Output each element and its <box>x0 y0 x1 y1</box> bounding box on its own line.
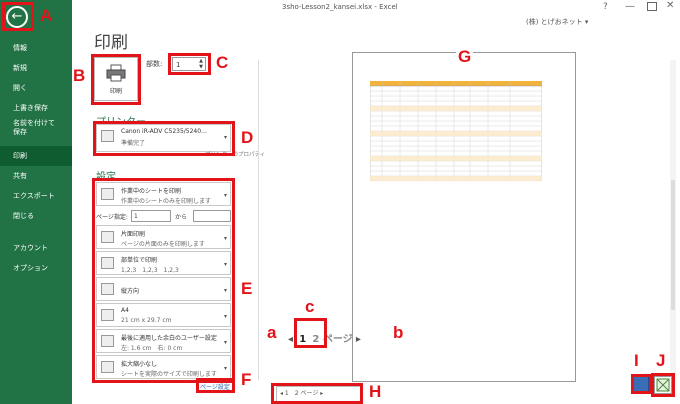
callout-box-j <box>651 373 675 397</box>
callout-label-j: J <box>656 351 666 370</box>
scrollbar-thumb[interactable] <box>671 180 675 310</box>
page-title: 印刷 <box>94 33 128 53</box>
callout-box-f <box>196 378 235 393</box>
nav-close[interactable]: 閉じる <box>0 206 72 226</box>
window-title: 3sho-Lesson2_kansei.xlsx - Excel <box>282 3 398 11</box>
help-icon[interactable]: ? <box>603 2 608 12</box>
copies-label: 部数: <box>146 60 163 68</box>
nav-share[interactable]: 共有 <box>0 166 72 186</box>
account-name[interactable]: (株) とげおネット ▾ <box>526 17 588 27</box>
print-preview-page <box>352 52 576 382</box>
minimize-button[interactable]: — <box>625 1 635 12</box>
preview-divider <box>258 60 259 380</box>
callout-box-b <box>91 54 141 105</box>
prev-page-icon[interactable]: ◂ <box>288 334 293 345</box>
callout-label-i: I <box>634 351 639 370</box>
nav-options[interactable]: オプション <box>0 258 72 278</box>
callout-box-c <box>168 53 211 75</box>
callout-label-a: A <box>40 6 53 25</box>
callout-box-d <box>93 121 235 156</box>
nav-account[interactable]: アカウント <box>0 238 72 258</box>
callout-label-b: B <box>73 66 86 85</box>
callout-label-c: C <box>216 53 229 72</box>
callout-box-h <box>271 383 363 404</box>
nav-print[interactable]: 印刷 <box>0 146 72 166</box>
nav-export[interactable]: エクスポート <box>0 186 72 206</box>
callout-label-h: H <box>369 382 382 401</box>
title-bar: 3sho-Lesson2_kansei.xlsx - Excel ? — ✕ <box>72 0 680 20</box>
next-page-icon[interactable]: ▸ <box>356 334 361 345</box>
callout-label-b-small: b <box>393 323 404 342</box>
callout-label-g: G <box>456 47 474 67</box>
callout-box-c-small <box>294 318 327 348</box>
restore-button[interactable] <box>647 2 657 11</box>
nav-open[interactable]: 開く <box>0 78 72 98</box>
nav-save[interactable]: 上書き保存 <box>0 98 72 118</box>
callout-label-f: F <box>241 370 252 389</box>
backstage-sidebar: ← 情報 新規 開く 上書き保存 名前を付けて保存 印刷 共有 エクスポート 閉… <box>0 0 72 404</box>
callout-label-e: E <box>241 279 253 298</box>
callout-box-e <box>92 178 235 383</box>
preview-table-thumbnail <box>370 81 542 181</box>
callout-label-c-small: c <box>305 297 315 316</box>
callout-label-d: D <box>241 128 254 147</box>
callout-box-i <box>631 374 652 394</box>
nav-save-as[interactable]: 名前を付けて保存 <box>0 118 60 142</box>
callout-label-a-small: a <box>267 323 277 342</box>
nav-info[interactable]: 情報 <box>0 38 72 58</box>
nav-new[interactable]: 新規 <box>0 58 72 78</box>
callout-box-a <box>2 2 34 31</box>
close-button[interactable]: ✕ <box>666 0 674 11</box>
